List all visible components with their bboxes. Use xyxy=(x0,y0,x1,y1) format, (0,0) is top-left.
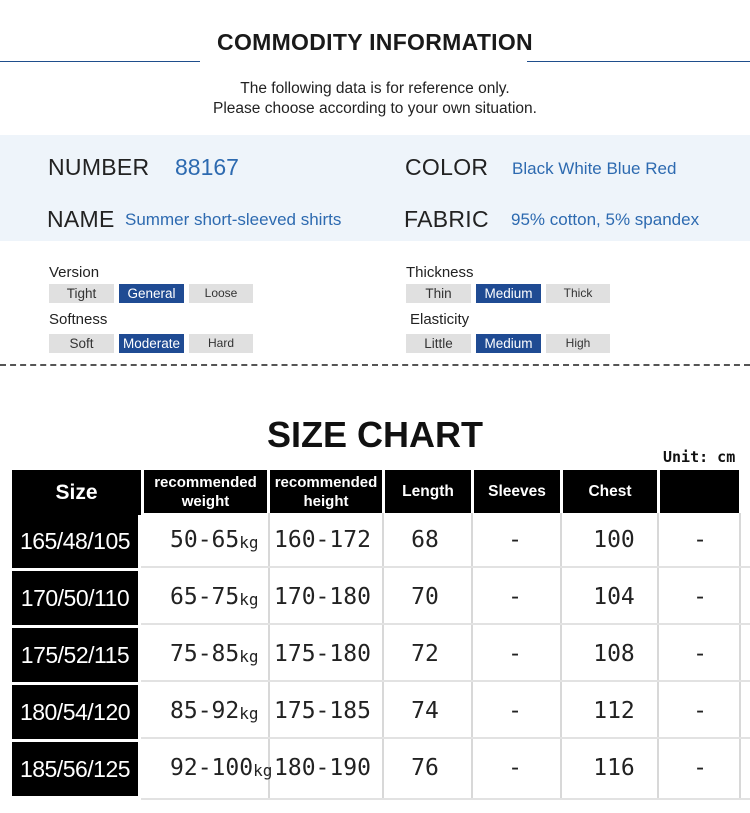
length-cell: 76 xyxy=(411,755,439,781)
header-extra xyxy=(660,470,739,513)
commodity-header: COMMODITY INFORMATION The following data… xyxy=(0,0,750,135)
kg-unit: kg xyxy=(239,590,259,609)
row-size-label: 165/48/105 xyxy=(12,514,138,568)
thickness-option-thin: Thin xyxy=(406,284,471,303)
length-cell: 72 xyxy=(411,641,439,667)
weight-value: 75-85 xyxy=(170,641,240,667)
chest-cell: 112 xyxy=(593,698,635,724)
fabric-value: 95% cotton, 5% spandex xyxy=(511,210,700,229)
height-cell: 160-172 xyxy=(274,527,371,553)
kg-unit: kg xyxy=(253,761,273,780)
weight-value: 50-65 xyxy=(170,527,240,553)
header-height-line1: recommended xyxy=(274,473,378,491)
chest-cell: 108 xyxy=(593,641,635,667)
row-size-label: 175/52/115 xyxy=(12,628,138,682)
chest-cell: 104 xyxy=(593,584,635,610)
weight-value: 65-75 xyxy=(170,584,240,610)
extra-cell: - xyxy=(693,527,707,553)
sleeves-cell: - xyxy=(508,641,522,667)
extra-cell: - xyxy=(693,584,707,610)
title-rule-left xyxy=(0,61,200,62)
version-scale: Tight General Loose xyxy=(49,284,253,303)
length-cell: 74 xyxy=(411,698,439,724)
height-cell: 180-190 xyxy=(274,755,371,781)
number-label: NUMBER xyxy=(48,154,150,180)
weight-cell: 65-75 kg xyxy=(170,570,259,624)
size-chart-title: SIZE CHART xyxy=(267,414,483,455)
header-height: recommended height xyxy=(270,470,382,513)
elasticity-option-medium: Medium xyxy=(476,334,541,353)
version-option-loose: Loose xyxy=(189,284,253,303)
number-value: 88167 xyxy=(175,154,239,180)
color-value: Black White Blue Red xyxy=(512,159,677,178)
column-divider xyxy=(560,513,562,800)
sleeves-cell: - xyxy=(508,755,522,781)
commodity-title: COMMODITY INFORMATION xyxy=(217,29,533,55)
chest-cell: 116 xyxy=(593,755,635,781)
header-sleeves: Sleeves xyxy=(474,470,560,513)
color-label: COLOR xyxy=(405,154,489,180)
header-weight-line1: recommended xyxy=(154,473,257,491)
version-option-general: General xyxy=(119,284,184,303)
weight-cell: 92-100 kg xyxy=(170,741,272,795)
height-cell: 175-180 xyxy=(274,641,371,667)
sleeves-cell: - xyxy=(508,698,522,724)
sleeves-cell: - xyxy=(508,584,522,610)
header-weight: recommended weight xyxy=(144,470,267,513)
weight-cell: 85-92 kg xyxy=(170,684,259,738)
softness-option-soft: Soft xyxy=(49,334,114,353)
name-value: Summer short-sleeved shirts xyxy=(125,210,342,229)
elasticity-option-high: High xyxy=(546,334,610,353)
elasticity-label: Elasticity xyxy=(410,311,470,328)
section-divider xyxy=(0,364,750,366)
title-rule-right xyxy=(527,61,750,62)
length-cell: 68 xyxy=(411,527,439,553)
weight-value: 92-100 xyxy=(170,755,254,781)
elasticity-scale: Little Medium High xyxy=(406,334,610,353)
fabric-label: FABRIC xyxy=(404,206,489,232)
unit-label: Unit: cm xyxy=(663,448,736,466)
header-length: Length xyxy=(385,470,471,513)
extra-cell: - xyxy=(693,755,707,781)
thickness-scale: Thin Medium Thick xyxy=(406,284,610,303)
name-label: NAME xyxy=(47,206,115,232)
extra-cell: - xyxy=(693,641,707,667)
header-chest: Chest xyxy=(563,470,657,513)
weight-cell: 50-65 kg xyxy=(170,513,259,567)
height-cell: 175-185 xyxy=(274,698,371,724)
header-height-line2: height xyxy=(303,492,349,510)
height-cell: 170-180 xyxy=(274,584,371,610)
version-label: Version xyxy=(49,264,100,281)
kg-unit: kg xyxy=(239,647,259,666)
info-band: NUMBER 88167 COLOR Black White Blue Red … xyxy=(0,135,750,241)
column-divider xyxy=(471,513,473,800)
extra-cell: - xyxy=(693,698,707,724)
header-weight-line2: weight xyxy=(181,492,230,510)
reference-note-line1: The following data is for reference only… xyxy=(240,80,510,97)
length-cell: 70 xyxy=(411,584,439,610)
column-divider xyxy=(382,513,384,800)
kg-unit: kg xyxy=(239,704,259,723)
chest-cell: 100 xyxy=(593,527,635,553)
row-size-label: 170/50/110 xyxy=(12,571,138,625)
softness-label: Softness xyxy=(49,311,108,328)
version-option-tight: Tight xyxy=(49,284,114,303)
elasticity-option-little: Little xyxy=(406,334,471,353)
softness-scale: Soft Moderate Hard xyxy=(49,334,253,353)
thickness-option-medium: Medium xyxy=(476,284,541,303)
row-divider xyxy=(141,798,750,800)
sleeves-cell: - xyxy=(508,527,522,553)
thickness-label: Thickness xyxy=(406,264,474,281)
row-size-label: 180/54/120 xyxy=(12,685,138,739)
kg-unit: kg xyxy=(239,533,259,552)
softness-option-moderate: Moderate xyxy=(119,334,184,353)
weight-value: 85-92 xyxy=(170,698,240,724)
softness-option-hard: Hard xyxy=(189,334,253,353)
reference-note-line2: Please choose according to your own situ… xyxy=(213,100,537,117)
weight-cell: 75-85 kg xyxy=(170,627,259,681)
thickness-option-thick: Thick xyxy=(546,284,610,303)
header-size: Size xyxy=(12,470,141,515)
row-size-label: 185/56/125 xyxy=(12,742,138,796)
